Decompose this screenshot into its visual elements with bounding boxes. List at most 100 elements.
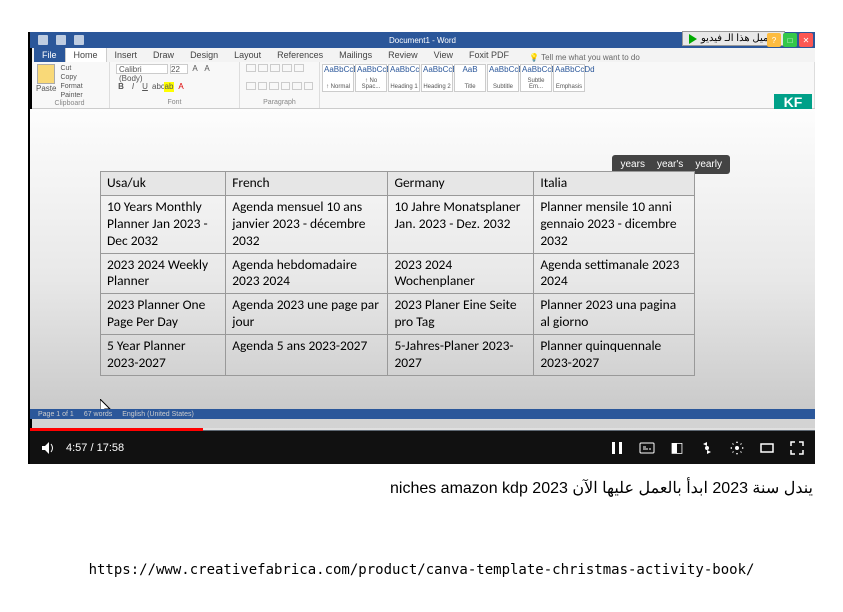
format-painter-button[interactable]: Format Painter [60,82,103,100]
strike-button[interactable]: abc [152,82,162,92]
maximize-button[interactable]: □ [783,33,797,47]
table-cell[interactable]: Agenda hebdomadaire 2023 2024 [226,253,388,294]
table-cell[interactable]: Planner 2023 una pagina al giorno [534,294,695,335]
word-count[interactable]: 67 words [84,411,112,418]
style-swatch[interactable]: AaBbCcEHeading 2 [421,64,453,92]
pip-button[interactable] [699,440,715,456]
style-swatch[interactable]: AaBbCcDd↑ No Spac... [355,64,387,92]
table-cell[interactable]: Agenda 5 ans 2023-2027 [226,335,388,376]
paragraph-group: Paragraph [240,62,320,108]
tab-view[interactable]: View [426,48,461,62]
table-cell[interactable]: 2023 Planner One Page Per Day [101,294,226,335]
theater-button[interactable] [759,440,775,456]
video-title[interactable]: يندل سنة 2023 ابدأ بالعمل عليها الآن nic… [390,478,813,498]
volume-button[interactable] [40,440,56,456]
table-cell[interactable]: 10 Jahre Monatsplaner Jan. 2023 - Dez. 2… [388,195,534,253]
style-swatch[interactable]: AaBbCcDdEmphasis [553,64,585,92]
planner-table[interactable]: Usa/ukFrenchGermanyItalia 10 Years Month… [100,171,695,376]
save-icon[interactable] [38,35,48,45]
tab-references[interactable]: References [269,48,331,62]
cut-button[interactable]: Cut [60,64,103,73]
document-area[interactable]: years year's yearly Usa/ukFrenchGermanyI… [30,109,815,419]
ribbon-tabs: File Home Insert Draw Design Layout Refe… [30,48,815,62]
bullets-button[interactable] [246,64,256,72]
tab-foxit[interactable]: Foxit PDF [461,48,517,62]
table-cell[interactable]: 2023 2024 Wochenplaner [388,253,534,294]
style-swatch[interactable]: AaBbCcHeading 1 [388,64,420,92]
clipboard-group: Paste Cut Copy Format Painter Clipboard [30,62,110,108]
suggestion-3[interactable]: yearly [695,159,722,170]
decrease-indent-button[interactable] [282,64,292,72]
minimize-button[interactable]: ? [767,33,781,47]
style-swatch[interactable]: AaBTitle [454,64,486,92]
increase-indent-button[interactable] [294,64,304,72]
footer-url: https://www.creativefabrica.com/product/… [0,562,843,578]
fullscreen-button[interactable] [789,440,805,456]
tab-insert[interactable]: Insert [107,48,146,62]
tab-home[interactable]: Home [65,47,107,62]
kf-logo: KF [774,94,812,110]
numbering-button[interactable] [258,64,268,72]
style-swatch[interactable]: AaBbCcDd↑ Normal [322,64,354,92]
grow-font-button[interactable]: A [190,64,200,74]
tell-me-search[interactable]: 💡 Tell me what you want to do [529,53,640,62]
table-row[interactable]: 5 Year Planner 2023-2027Agenda 5 ans 202… [101,335,695,376]
quick-access-toolbar[interactable] [30,35,84,45]
table-row[interactable]: 10 Years Monthly Planner Jan 2023 - Dec … [101,195,695,253]
undo-icon[interactable] [56,35,66,45]
redo-icon[interactable] [74,35,84,45]
table-cell[interactable]: 2023 2024 Weekly Planner [101,253,226,294]
table-cell[interactable]: 2023 Planer Eine Seite pro Tag [388,294,534,335]
tab-review[interactable]: Review [380,48,426,62]
captions-button[interactable] [639,440,655,456]
tab-file[interactable]: File [34,48,65,62]
table-row[interactable]: 2023 2024 Weekly PlannerAgenda hebdomada… [101,253,695,294]
multilevel-button[interactable] [270,64,280,72]
close-button[interactable]: ✕ [799,33,813,47]
justify-button[interactable] [281,82,291,90]
settings-button[interactable] [729,440,745,456]
suggestion-1[interactable]: years [620,159,644,170]
font-group: Calibri (Body) 22 A A B I U abc ab A Fon… [110,62,240,108]
table-header: Germany [388,172,534,196]
tab-layout[interactable]: Layout [226,48,269,62]
table-header: Usa/uk [101,172,226,196]
table-row[interactable]: 2023 Planner One Page Per DayAgenda 2023… [101,294,695,335]
table-cell[interactable]: 5-Jahres-Planer 2023-2027 [388,335,534,376]
quality-button[interactable]: ◧ [669,440,685,456]
table-cell[interactable]: 5 Year Planner 2023-2027 [101,335,226,376]
highlight-button[interactable]: ab [164,82,174,92]
language-indicator[interactable]: English (United States) [122,411,194,418]
table-cell[interactable]: Agenda 2023 une page par jour [226,294,388,335]
align-left-button[interactable] [246,82,256,90]
bold-button[interactable]: B [116,82,126,92]
italic-button[interactable]: I [128,82,138,92]
pause-button[interactable] [609,440,625,456]
style-swatch[interactable]: AaBbCcDSubtitle [487,64,519,92]
underline-button[interactable]: U [140,82,150,92]
font-color-button[interactable]: A [176,82,186,92]
page-indicator[interactable]: Page 1 of 1 [38,411,74,418]
table-cell[interactable]: Agenda settimanale 2023 2024 [534,253,695,294]
font-name-select[interactable]: Calibri (Body) [116,64,168,74]
table-header: Italia [534,172,695,196]
style-swatch[interactable]: AaBbCcDdSubtle Em... [520,64,552,92]
table-cell[interactable]: Agenda mensuel 10 ans janvier 2023 - déc… [226,195,388,253]
copy-button[interactable]: Copy [60,73,103,82]
tab-draw[interactable]: Draw [145,48,182,62]
shading-button[interactable] [292,82,302,90]
paste-button[interactable]: Paste [36,64,56,100]
tab-design[interactable]: Design [182,48,226,62]
table-cell[interactable]: Planner mensile 10 anni gennaio 2023 - d… [534,195,695,253]
video-time: 4:57 / 17:58 [66,442,124,454]
align-right-button[interactable] [269,82,279,90]
table-cell[interactable]: Planner quinquennale 2023-2027 [534,335,695,376]
table-cell[interactable]: 10 Years Monthly Planner Jan 2023 - Dec … [101,195,226,253]
font-size-select[interactable]: 22 [170,64,188,74]
align-center-button[interactable] [258,82,268,90]
tab-mailings[interactable]: Mailings [331,48,380,62]
borders-button[interactable] [304,82,314,90]
suggestion-2[interactable]: year's [657,159,683,170]
shrink-font-button[interactable]: A [202,64,212,74]
play-icon [689,34,697,44]
